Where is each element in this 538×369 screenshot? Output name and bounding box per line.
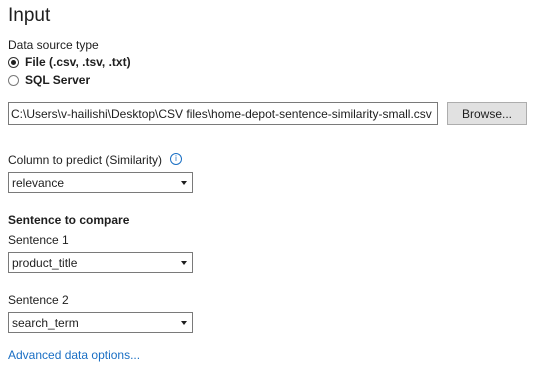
- sentence-2-dropdown[interactable]: search_term: [8, 312, 193, 333]
- file-path-input[interactable]: [8, 102, 438, 125]
- radio-selected-icon[interactable]: [8, 56, 19, 68]
- chevron-down-icon: [181, 321, 187, 325]
- info-icon[interactable]: i: [170, 153, 182, 165]
- sentence-1-label: Sentence 1: [8, 233, 69, 247]
- radio-option-sql-server[interactable]: SQL Server: [8, 73, 90, 87]
- browse-button[interactable]: Browse...: [447, 102, 527, 125]
- advanced-data-options-link[interactable]: Advanced data options...: [8, 348, 140, 362]
- column-to-predict-label: Column to predict (Similarity): [8, 153, 163, 167]
- sentence-to-compare-heading: Sentence to compare: [8, 213, 130, 227]
- chevron-down-icon: [181, 261, 187, 265]
- input-panel: Input Data source type File (.csv, .tsv,…: [0, 0, 538, 369]
- radio-option-file-label: File (.csv, .tsv, .txt): [25, 55, 131, 69]
- sentence-1-dropdown[interactable]: product_title: [8, 252, 193, 273]
- sentence-2-label: Sentence 2: [8, 293, 69, 307]
- radio-unselected-icon[interactable]: [8, 74, 19, 86]
- chevron-down-icon: [181, 181, 187, 185]
- sentence-1-value: product_title: [12, 256, 78, 270]
- data-source-type-label: Data source type: [8, 38, 99, 52]
- column-to-predict-value: relevance: [12, 176, 65, 190]
- radio-option-sql-server-label: SQL Server: [25, 73, 91, 87]
- column-to-predict-dropdown[interactable]: relevance: [8, 172, 193, 193]
- section-title: Input: [8, 5, 51, 26]
- sentence-2-value: search_term: [12, 316, 79, 330]
- radio-option-file[interactable]: File (.csv, .tsv, .txt): [8, 55, 131, 69]
